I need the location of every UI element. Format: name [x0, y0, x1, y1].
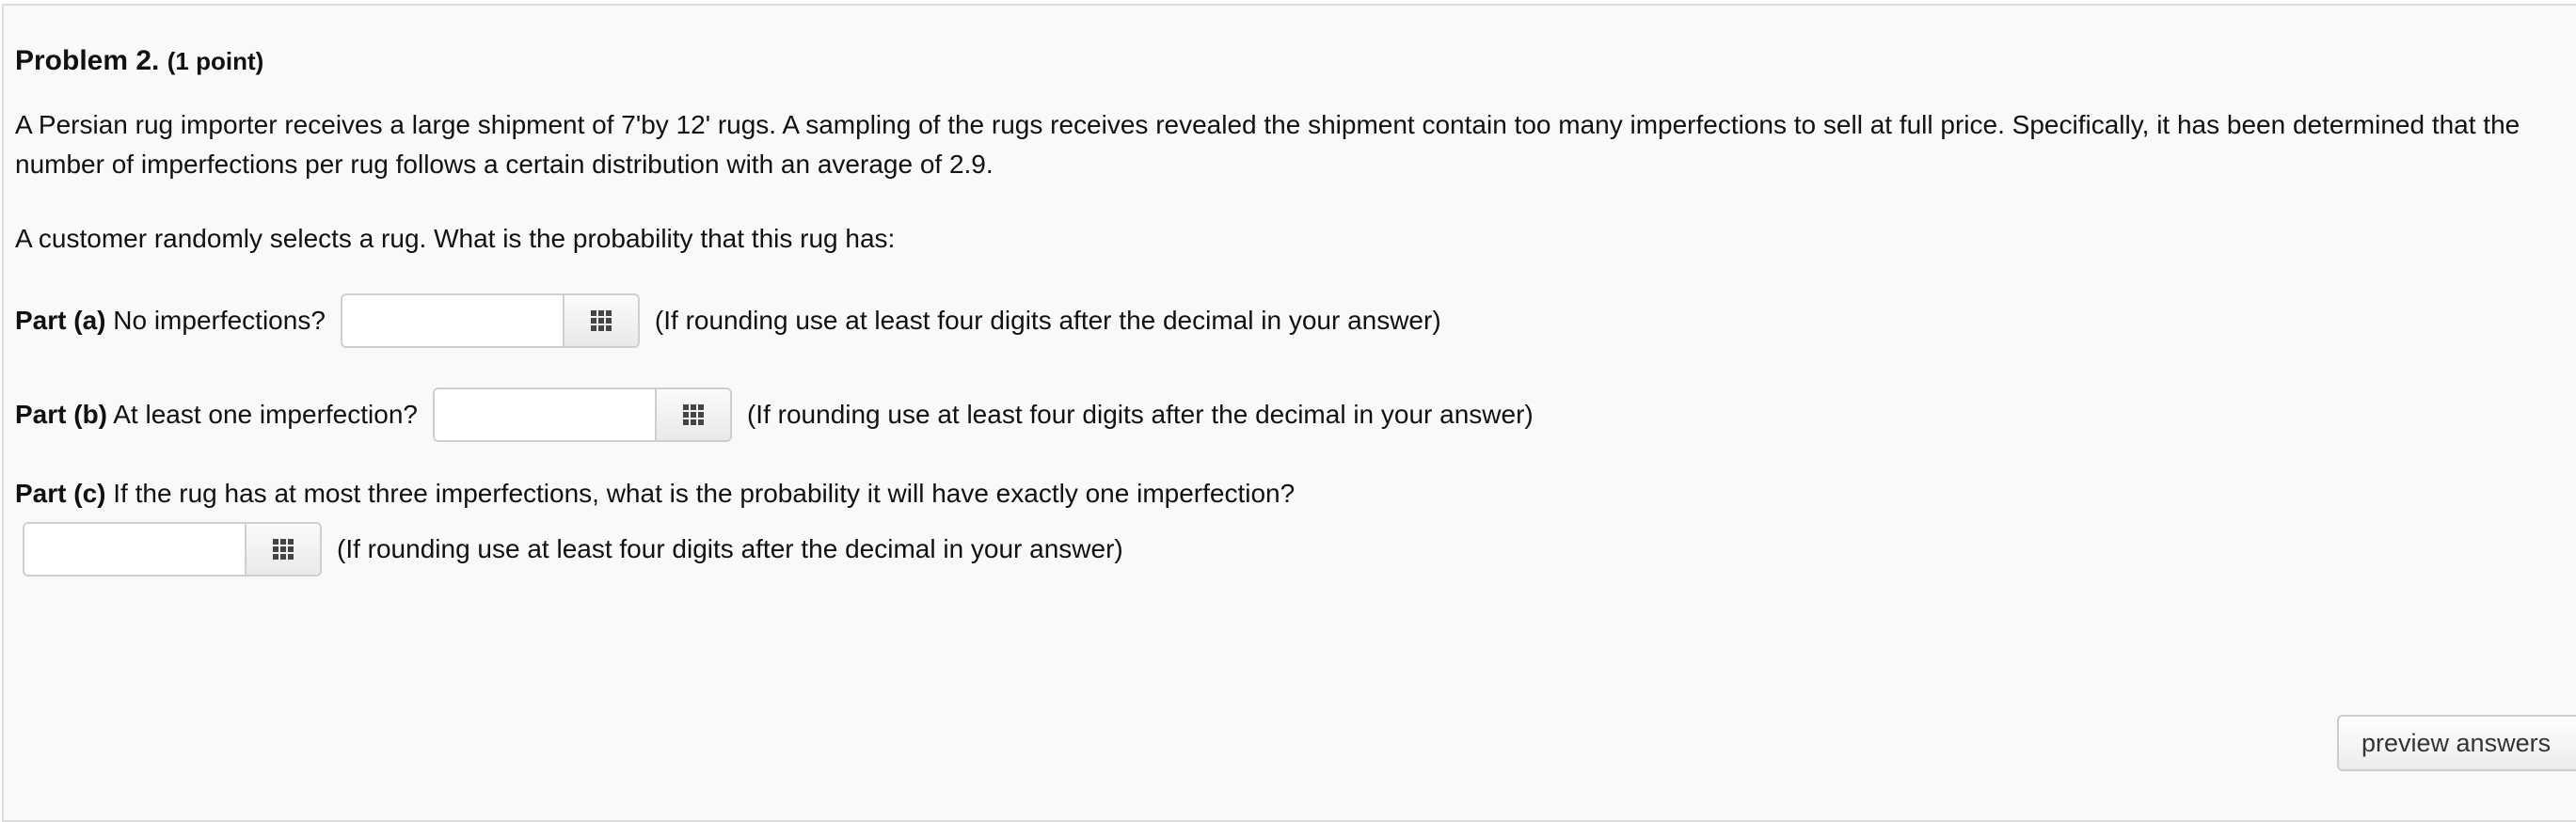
part-b-answer-group [432, 387, 732, 442]
part-b-row: Part (b) At least one imperfection? (If … [15, 387, 1534, 443]
part-a-text: No imperfections? [105, 306, 326, 335]
part-a-rounding-hint: (If rounding use at least four digits af… [654, 306, 1441, 335]
problem-title: Problem 2. [15, 45, 160, 76]
part-a-answer-group [340, 293, 640, 348]
part-a-palette-button[interactable] [562, 295, 638, 346]
part-b-answer-input[interactable] [434, 389, 655, 440]
part-c-answer-input[interactable] [24, 524, 245, 575]
problem-heading: Problem 2. (1 point) [15, 45, 263, 77]
grid-icon [273, 539, 294, 560]
part-a-label: Part (a) [15, 306, 106, 335]
part-c-text: If the rug has at most three imperfectio… [105, 479, 1296, 508]
grid-icon [682, 404, 704, 425]
problem-question: A customer randomly selects a rug. What … [15, 224, 896, 253]
part-a-row: Part (a) No imperfections? (If rounding … [15, 292, 1441, 349]
part-c-question-row: Part (c) If the rug has at most three im… [15, 474, 1295, 514]
part-a-answer-input[interactable] [342, 295, 563, 346]
part-b-text: At least one imperfection? [107, 400, 418, 429]
part-b-label: Part (b) [15, 400, 107, 429]
part-c-answer-group [23, 522, 322, 577]
part-b-rounding-hint: (If rounding use at least four digits af… [746, 400, 1534, 429]
grid-icon [590, 310, 612, 331]
problem-points: (1 point) [167, 47, 264, 75]
part-b-palette-button[interactable] [654, 389, 730, 440]
part-c-label: Part (c) [15, 479, 106, 508]
part-c-palette-button[interactable] [245, 524, 320, 575]
part-c-rounding-hint: (If rounding use at least four digits af… [337, 534, 1123, 563]
preview-answers-button[interactable]: preview answers [2337, 715, 2576, 771]
problem-intro-line-1: A Persian rug importer receives a large … [15, 110, 2520, 139]
problem-intro: A Persian rug importer receives a large … [15, 105, 2520, 184]
part-c-answer-row: (If rounding use at least four digits af… [8, 521, 1123, 577]
problem-intro-line-2: number of imperfections per rug follows … [15, 150, 994, 179]
